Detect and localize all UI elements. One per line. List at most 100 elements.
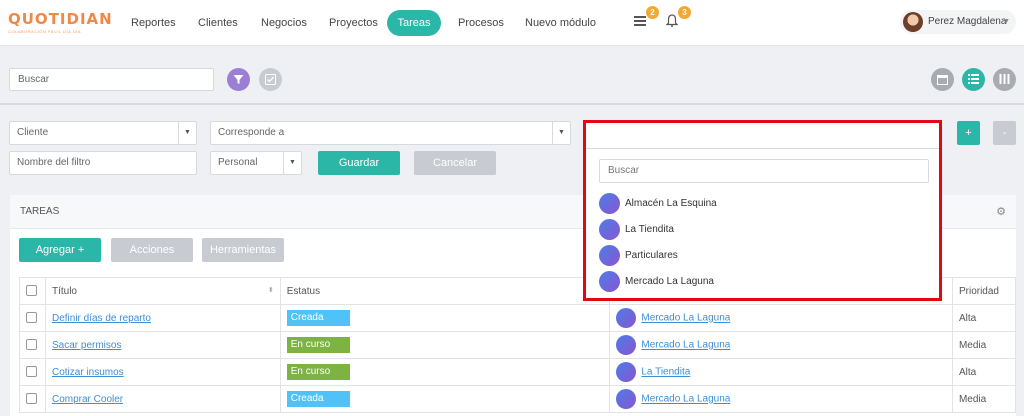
table-row[interactable]: Comprar Cooler Creada Mercado La Laguna …	[19, 385, 1017, 413]
client-avatar	[616, 389, 637, 409]
add-filter-button[interactable]: +	[957, 121, 980, 145]
gear-icon[interactable]: ⚙	[996, 205, 1006, 218]
list-icon[interactable]: 2	[631, 6, 659, 32]
user-name: Perez Magdalena	[928, 16, 1007, 27]
row-checkbox[interactable]	[26, 366, 37, 378]
status-badge: En curso	[286, 337, 350, 353]
select-all-checkbox[interactable]	[26, 285, 37, 297]
status-cell: Creada	[279, 304, 611, 332]
save-button[interactable]: Guardar	[318, 151, 400, 175]
client-link[interactable]: Mercado La Laguna	[641, 394, 730, 405]
task-title-cell: Comprar Cooler	[44, 385, 281, 413]
user-menu[interactable]: Perez Magdalena ▼	[900, 10, 1016, 34]
client-avatar	[599, 192, 620, 214]
client-avatar	[616, 362, 637, 382]
row-checkbox[interactable]	[26, 393, 37, 405]
priority-cell: Media	[951, 331, 1017, 359]
task-title-cell: Cotizar insumos	[44, 358, 281, 386]
nav-clientes[interactable]: Clientes	[186, 10, 250, 36]
brand-logo[interactable]: QUOTIDIAN COLABORACIÓN FÁCIL DÍA DÍA	[8, 11, 112, 39]
dropdown-option[interactable]: La Tiendita	[599, 217, 674, 243]
table-row[interactable]: Sacar permisos En curso Mercado La Lagun…	[19, 331, 1017, 359]
filter-button[interactable]	[227, 68, 250, 91]
cliente-select[interactable]: Cliente ▼	[9, 121, 197, 145]
task-title-link[interactable]: Cotizar insumos	[52, 367, 124, 378]
top-navbar: QUOTIDIAN COLABORACIÓN FÁCIL DÍA DÍA Rep…	[0, 0, 1024, 46]
dropdown-select-field[interactable]	[586, 123, 939, 149]
client-link[interactable]: La Tiendita	[641, 367, 690, 378]
client-avatar	[599, 270, 620, 292]
column-status[interactable]: Estatus	[279, 277, 611, 305]
calendar-icon[interactable]	[931, 68, 954, 91]
chevron-down-icon: ▼	[552, 122, 570, 144]
dropdown-option[interactable]: Particulares	[599, 243, 678, 269]
dropdown-option[interactable]: Mercado La Laguna	[599, 269, 714, 295]
client-link[interactable]: Mercado La Laguna	[641, 340, 730, 351]
status-cell: En curso	[279, 331, 611, 359]
client-cell: Mercado La Laguna	[609, 385, 953, 413]
nav-proyectos[interactable]: Proyectos	[317, 10, 390, 36]
task-title-link[interactable]: Sacar permisos	[52, 340, 121, 351]
client-cell: Mercado La Laguna	[609, 304, 953, 332]
actions-button[interactable]: Acciones	[111, 238, 193, 262]
cancel-button[interactable]: Cancelar	[414, 151, 496, 175]
nav-reportes[interactable]: Reportes	[119, 10, 188, 36]
client-dropdown: Buscar Almacén La Esquina La Tiendita Pa…	[583, 120, 942, 301]
client-avatar	[599, 244, 620, 266]
client-cell: Mercado La Laguna	[609, 331, 953, 359]
search-input[interactable]: Buscar	[9, 68, 214, 91]
check-icon[interactable]	[259, 68, 282, 91]
filter-name-input[interactable]: Nombre del filtro	[9, 151, 197, 175]
personal-select-value: Personal	[218, 157, 258, 168]
nav-procesos[interactable]: Procesos	[446, 10, 516, 36]
client-avatar	[616, 308, 637, 328]
option-label: Particulares	[625, 250, 678, 261]
sort-icon[interactable]: ⬍	[268, 286, 274, 294]
client-cell: La Tiendita	[609, 358, 953, 386]
task-title-link[interactable]: Comprar Cooler	[52, 394, 123, 405]
corresponde-select[interactable]: Corresponde a ▼	[210, 121, 571, 145]
priority-cell: Alta	[951, 304, 1017, 332]
toolbar: Buscar	[0, 47, 1024, 105]
nav-nuevo-modulo[interactable]: Nuevo módulo	[513, 10, 608, 36]
chevron-down-icon: ▼	[178, 122, 196, 144]
priority-cell: Media	[951, 385, 1017, 413]
row-checkbox-cell	[19, 331, 46, 359]
row-checkbox[interactable]	[26, 339, 37, 351]
task-title-cell: Definir días de reparto	[44, 304, 281, 332]
row-checkbox[interactable]	[26, 312, 37, 324]
column-priority[interactable]: Prioridad	[951, 277, 1017, 305]
client-avatar	[599, 218, 620, 240]
personal-select[interactable]: Personal ▼	[210, 151, 302, 175]
nav-negocios[interactable]: Negocios	[249, 10, 319, 36]
column-title[interactable]: Título ⬍	[44, 277, 281, 305]
task-title-link[interactable]: Definir días de reparto	[52, 313, 151, 324]
logo-text: QUOTIDIAN	[8, 10, 113, 28]
table-row[interactable]: Definir días de reparto Creada Mercado L…	[19, 304, 1017, 332]
list-badge: 2	[646, 6, 659, 19]
add-task-button[interactable]: Agregar +	[19, 238, 101, 262]
nav-tareas[interactable]: Tareas	[387, 10, 441, 36]
row-checkbox-cell	[19, 385, 46, 413]
option-label: La Tiendita	[625, 224, 674, 235]
bell-icon[interactable]: 3	[663, 6, 691, 32]
status-badge: En curso	[286, 364, 350, 380]
corresponde-select-value: Corresponde a	[218, 127, 285, 138]
row-checkbox-cell	[19, 358, 46, 386]
remove-filter-button[interactable]: -	[993, 121, 1016, 145]
list-view-icon[interactable]	[962, 68, 985, 91]
avatar	[903, 12, 923, 32]
dropdown-option[interactable]: Almacén La Esquina	[599, 191, 717, 217]
cliente-select-value: Cliente	[17, 127, 49, 138]
columns-view-icon[interactable]	[993, 68, 1016, 91]
row-checkbox-cell	[19, 304, 46, 332]
tools-button[interactable]: Herramientas	[202, 238, 284, 262]
client-link[interactable]: Mercado La Laguna	[641, 313, 730, 324]
priority-cell: Alta	[951, 358, 1017, 386]
logo-tagline: COLABORACIÓN FÁCIL DÍA DÍA	[8, 29, 81, 34]
select-all-cell	[19, 277, 46, 305]
bell-badge: 3	[678, 6, 691, 19]
chevron-down-icon: ▼	[1003, 18, 1010, 25]
table-row[interactable]: Cotizar insumos En curso La Tiendita Alt…	[19, 358, 1017, 386]
dropdown-search-input[interactable]: Buscar	[599, 159, 929, 183]
